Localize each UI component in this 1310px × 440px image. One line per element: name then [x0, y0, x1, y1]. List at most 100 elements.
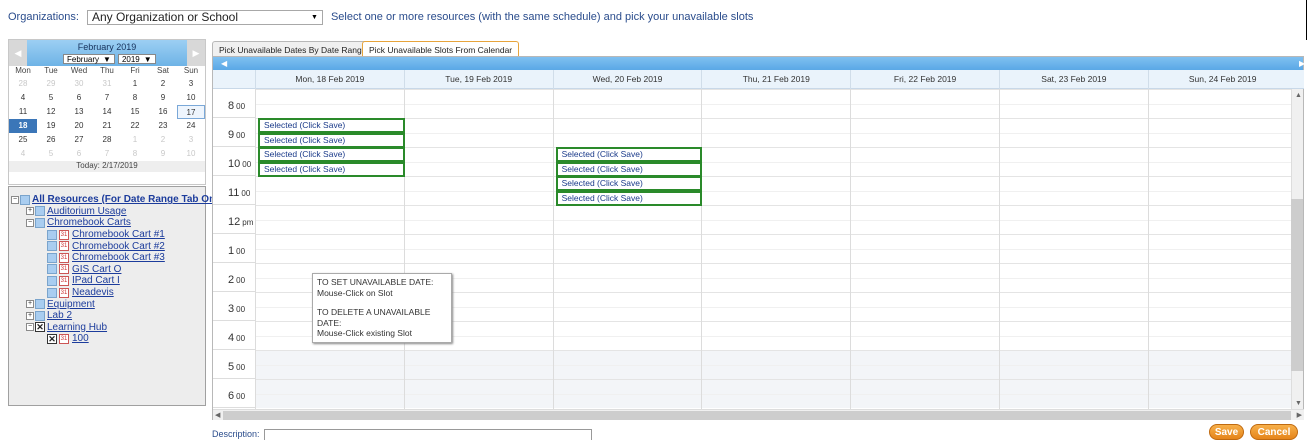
calendar-day[interactable]: 9: [149, 91, 177, 105]
organization-select[interactable]: Any Organization or School ▼: [86, 9, 323, 25]
horizontal-scroll-thumb[interactable]: [223, 411, 1291, 420]
checkbox[interactable]: [47, 229, 57, 240]
checkbox[interactable]: [35, 310, 45, 321]
collapse-toggle-icon[interactable]: −: [26, 323, 34, 332]
tree-item[interactable]: 31 IPad Cart I: [9, 275, 205, 287]
checkbox[interactable]: [47, 275, 57, 286]
checkbox[interactable]: [47, 287, 57, 298]
checkbox[interactable]: [20, 194, 30, 205]
checkbox[interactable]: [35, 217, 45, 228]
tree-item-label[interactable]: Chromebook Cart #2: [72, 241, 165, 252]
calendar-day[interactable]: 3: [177, 77, 205, 91]
calendar-day[interactable]: 21: [93, 119, 121, 133]
today-link[interactable]: Today: 2/17/2019: [9, 161, 205, 172]
calendar-day[interactable]: 27: [65, 133, 93, 147]
checkbox[interactable]: [47, 241, 57, 252]
expand-toggle-icon[interactable]: +: [26, 207, 34, 216]
calendar-day[interactable]: 5: [37, 147, 65, 161]
next-month-button[interactable]: ▶: [187, 40, 205, 66]
calendar-day[interactable]: 6: [65, 91, 93, 105]
calendar-day[interactable]: 25: [9, 133, 37, 147]
tree-item-label[interactable]: Chromebook Cart #3: [72, 252, 165, 263]
calendar-day[interactable]: 23: [149, 119, 177, 133]
calendar-day[interactable]: 13: [65, 105, 93, 119]
tree-group-label[interactable]: Equipment: [47, 299, 95, 310]
tree-group[interactable]: − Chromebook Carts: [9, 217, 205, 229]
calendar-day[interactable]: 7: [93, 147, 121, 161]
expand-toggle-icon[interactable]: +: [26, 311, 34, 320]
checkbox[interactable]: [47, 252, 57, 263]
tab-date-range[interactable]: Pick Unavailable Dates By Date Range: [212, 41, 374, 57]
calendar-day[interactable]: 22: [121, 119, 149, 133]
checkbox[interactable]: [47, 264, 57, 275]
selected-slot[interactable]: Selected (Click Save): [555, 176, 703, 191]
checkbox[interactable]: [35, 206, 45, 217]
vertical-scroll-thumb[interactable]: [1291, 199, 1303, 371]
calendar-day[interactable]: 16: [149, 105, 177, 119]
calendar-day[interactable]: 29: [37, 77, 65, 91]
tree-group[interactable]: + Equipment: [9, 298, 205, 310]
tab-calendar[interactable]: Pick Unavailable Slots From Calendar: [362, 41, 520, 57]
selected-slot[interactable]: Selected (Click Save): [258, 161, 405, 177]
calendar-day[interactable]: 24: [177, 119, 205, 133]
tree-item-label[interactable]: 100: [72, 333, 89, 344]
tree-item[interactable]: 31 Chromebook Cart #3: [9, 252, 205, 264]
calendar-day[interactable]: 4: [9, 147, 37, 161]
calendar-day[interactable]: 19: [37, 119, 65, 133]
tree-item-label[interactable]: GIS Cart O: [72, 264, 121, 275]
tree-root[interactable]: − All Resources (For Date Range Tab Only): [9, 194, 227, 206]
tree-group[interactable]: + Auditorium Usage: [9, 206, 205, 218]
calendar-day[interactable]: 9: [149, 147, 177, 161]
tree-root-label[interactable]: All Resources (For Date Range Tab Only): [32, 194, 227, 205]
tree-group-label[interactable]: Chromebook Carts: [47, 217, 131, 228]
calendar-day[interactable]: 28: [93, 133, 121, 147]
calendar-day[interactable]: 6: [65, 147, 93, 161]
calendar-day[interactable]: 1: [121, 77, 149, 91]
selected-slot[interactable]: Selected (Click Save): [555, 190, 703, 206]
tree-group[interactable]: − ✕ Learning Hub: [9, 322, 205, 334]
calendar-day[interactable]: 7: [93, 91, 121, 105]
selected-slot[interactable]: Selected (Click Save): [555, 161, 703, 177]
time-grid[interactable]: 8 00 9 00 10 00 11 00 12 pm 1 00 2 00 3 00 4 00 5 00 6 00 Sele…: [213, 89, 1291, 409]
tree-group-label[interactable]: Auditorium Usage: [47, 206, 126, 217]
collapse-toggle-icon[interactable]: −: [11, 195, 19, 204]
description-input[interactable]: [263, 429, 592, 440]
checkbox-checked[interactable]: ✕: [35, 322, 45, 333]
calendar-day[interactable]: 2: [149, 133, 177, 147]
tree-item[interactable]: 31 Chromebook Cart #1: [9, 229, 205, 241]
calendar-day[interactable]: 20: [65, 119, 93, 133]
tree-item-label[interactable]: Chromebook Cart #1: [72, 229, 165, 240]
calendar-day[interactable]: 1: [121, 133, 149, 147]
tree-item[interactable]: 31 Chromebook Cart #2: [9, 240, 205, 252]
calendar-day[interactable]: 3: [177, 133, 205, 147]
calendar-day[interactable]: 30: [65, 77, 93, 91]
calendar-day[interactable]: 14: [93, 105, 121, 119]
tree-item[interactable]: 31 GIS Cart O: [9, 264, 205, 276]
selected-slot[interactable]: Selected (Click Save): [258, 118, 405, 133]
calendar-day[interactable]: 17: [177, 105, 205, 119]
selected-slot[interactable]: Selected (Click Save): [258, 147, 405, 162]
calendar-day[interactable]: 26: [37, 133, 65, 147]
save-button[interactable]: Save: [1209, 424, 1244, 440]
tree-item[interactable]: 31 Neadevis: [9, 287, 205, 299]
horizontal-scrollbar[interactable]: ◀ ▶: [213, 409, 1304, 420]
tree-item[interactable]: ✕ 31 100: [9, 333, 205, 345]
calendar-day[interactable]: 2: [149, 77, 177, 91]
tree-group-label[interactable]: Learning Hub: [47, 322, 107, 333]
calendar-day[interactable]: 8: [121, 147, 149, 161]
selected-slot[interactable]: Selected (Click Save): [258, 132, 405, 148]
vertical-scrollbar[interactable]: ▲ ▼: [1291, 89, 1303, 409]
tree-group[interactable]: + Lab 2: [9, 310, 205, 322]
selected-slot[interactable]: Selected (Click Save): [555, 147, 703, 162]
expand-toggle-icon[interactable]: +: [26, 300, 34, 309]
calendar-day[interactable]: 5: [37, 91, 65, 105]
month-select[interactable]: February ▼: [63, 54, 115, 64]
calendar-day[interactable]: 12: [37, 105, 65, 119]
calendar-day[interactable]: 28: [9, 77, 37, 91]
calendar-day[interactable]: 31: [93, 77, 121, 91]
calendar-day[interactable]: 11: [9, 105, 37, 119]
calendar-day[interactable]: 15: [121, 105, 149, 119]
checkbox-checked[interactable]: ✕: [47, 333, 57, 344]
calendar-day[interactable]: 8: [121, 91, 149, 105]
calendar-day[interactable]: 18: [9, 119, 37, 133]
